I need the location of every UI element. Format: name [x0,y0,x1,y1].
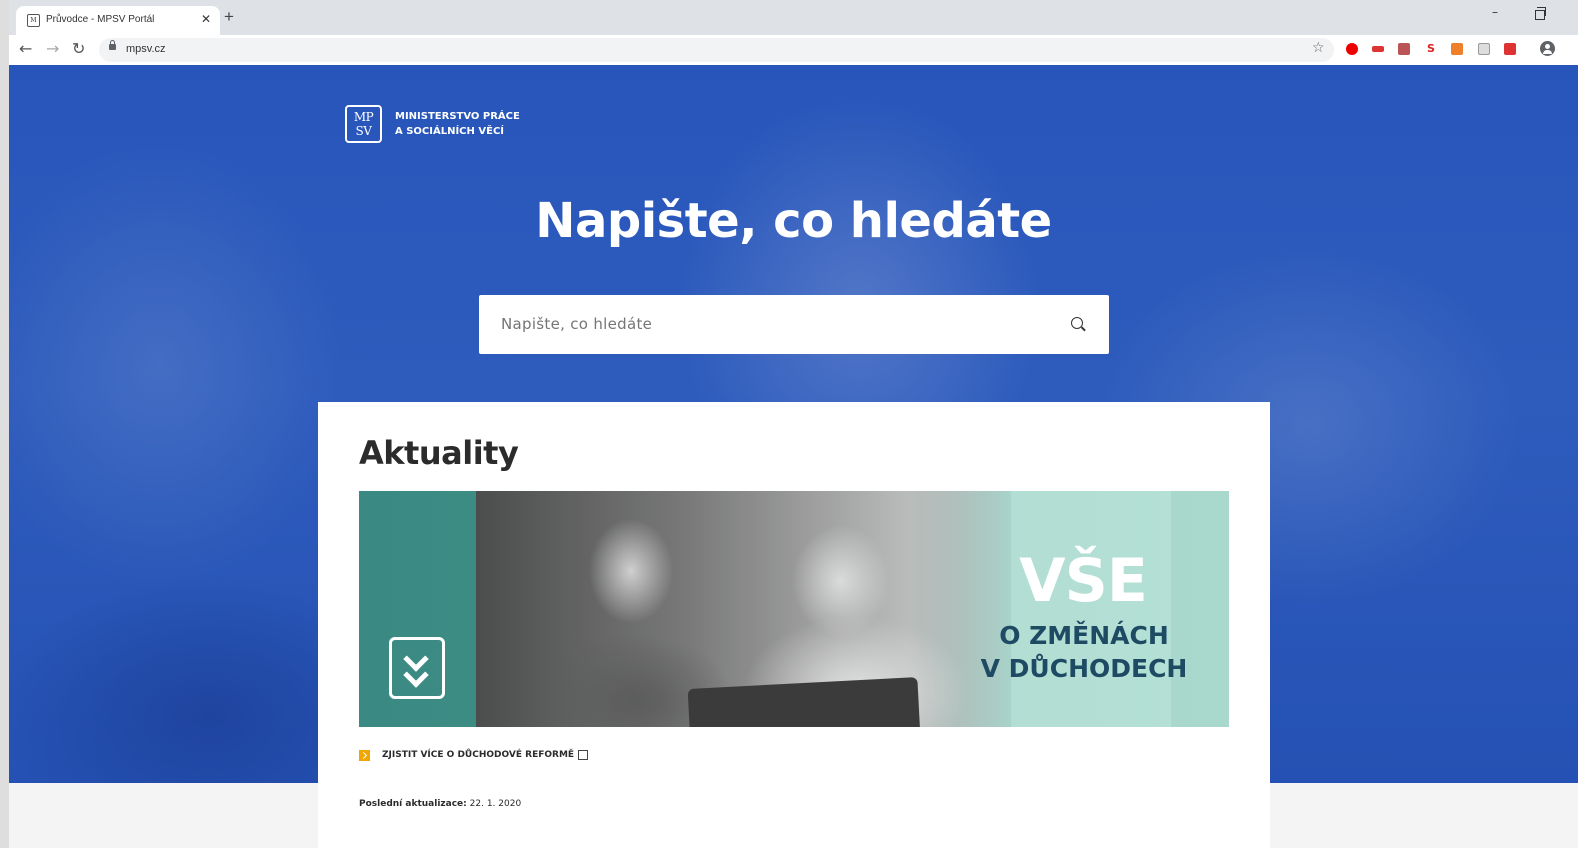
last-updated-label: Poslední aktualizace: [359,799,467,809]
pocket-extension-icon[interactable] [1372,46,1384,52]
mail-extension-icon[interactable] [1451,43,1463,55]
search-input[interactable] [501,313,1041,335]
news-heading: Aktuality [359,434,519,472]
browser-tab[interactable]: M Průvodce - MPSV Portál ✕ [16,6,220,35]
last-updated-date: 22. 1. 2020 [469,799,522,809]
tab-close-icon[interactable]: ✕ [201,12,211,26]
hero-title: Napište, co hledáte [535,193,1052,249]
opera-extension-icon[interactable] [1346,43,1358,55]
banner-line-2: V DŮCHODECH [980,654,1188,683]
lock-icon [109,40,116,50]
window-restore-button[interactable] [1535,7,1546,20]
mpsv-logo-icon[interactable]: MP SV [345,105,382,143]
search-box [479,295,1109,354]
news-card: Aktuality VŠE O ZMĚNÁCH V DŮCHODECH ZJIS… [318,402,1270,848]
pdf-extension-icon[interactable] [1398,43,1410,55]
search-icon[interactable] [1071,317,1083,329]
mpsv-favicon-icon: M [27,14,40,27]
logo-line-1: MINISTERSTVO PRÁCE [395,111,520,122]
reform-more-link[interactable]: ZJISTIT VÍCE O DŮCHODOVÉ REFORMĚ [359,748,589,762]
desktop-edge [0,0,9,848]
double-chevron-down-icon [389,637,445,699]
logo-mark-top: MP [353,110,374,124]
logo-line-2: A SOCIÁLNÍCH VĚCÍ [395,126,505,137]
new-tab-button[interactable]: + [224,8,234,26]
last-updated: Poslední aktualizace: 22. 1. 2020 [359,799,521,809]
browser-toolbar: ← → ↻ mpsv.cz ☆ S [9,35,1578,66]
chevron-down-icon [403,662,429,688]
arrow-right-icon [359,749,370,761]
banner-headline: VŠE [1019,546,1148,616]
tab-title: Průvodce - MPSV Portál [46,14,155,25]
red-extension-icon[interactable] [1504,43,1516,55]
reload-button[interactable]: ↻ [72,40,85,58]
bookmark-star-icon[interactable]: ☆ [1312,40,1325,56]
reform-link-label[interactable]: ZJISTIT VÍCE O DŮCHODOVÉ REFORMĚ [382,750,574,760]
profile-avatar-icon[interactable] [1540,41,1555,56]
pension-reform-banner[interactable]: VŠE O ZMĚNÁCH V DŮCHODECH [359,491,1229,727]
forward-button[interactable]: → [46,40,59,58]
browser-tab-bar: M Průvodce - MPSV Portál ✕ + – [9,0,1578,35]
logo-mark-bottom: SV [355,124,372,138]
window-minimize-button[interactable]: – [1492,5,1498,19]
logo-text[interactable]: MINISTERSTVO PRÁCE A SOCIÁLNÍCH VĚCÍ [395,109,520,139]
document-extension-icon[interactable] [1478,43,1490,55]
external-link-icon [578,750,589,760]
banner-subtitle: O ZMĚNÁCH V DŮCHODECH [959,619,1209,685]
banner-line-1: O ZMĚNÁCH [999,621,1169,650]
address-bar[interactable]: mpsv.cz ☆ [99,38,1334,62]
s-extension-icon[interactable]: S [1425,43,1437,55]
back-button[interactable]: ← [19,40,32,58]
url-text[interactable]: mpsv.cz [126,43,166,55]
